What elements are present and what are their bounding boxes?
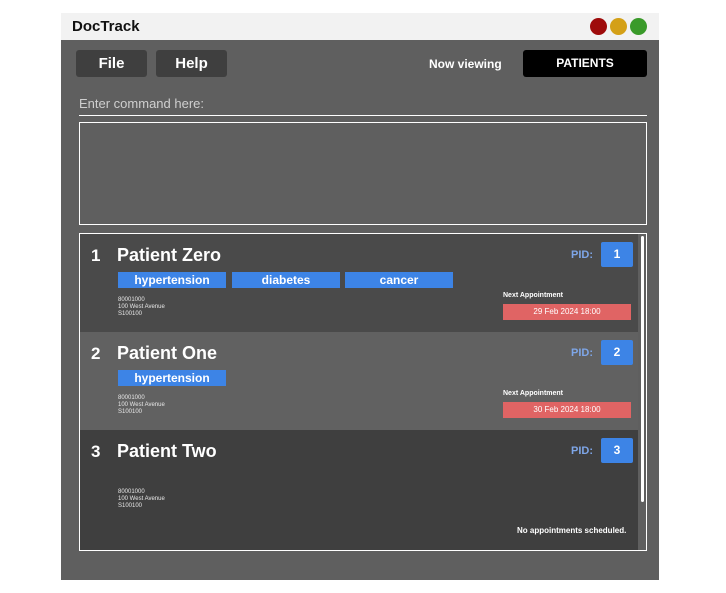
pid-label: PID: [571,445,593,457]
patient-address: 100 West Avenue [118,304,165,310]
patient-phone: 80001000 [118,297,145,303]
condition-tag: hypertension [118,370,226,386]
maximize-window-button[interactable] [630,18,647,35]
list-scrollbar[interactable] [641,236,644,502]
patient-postal: S100100 [118,409,143,415]
patient-name: Patient Zero [117,245,222,265]
patient-details: 80001000 100 West Avenue S100100 [118,395,165,416]
condition-tag: cancer [345,272,453,288]
patient-card[interactable]: 1 Patient Zero PID: 1 hypertension diabe… [80,234,638,332]
next-appointment-label: Next Appointment [503,390,564,397]
patient-index: 2 [91,344,101,363]
patient-postal: S100100 [118,503,143,509]
help-menu-button[interactable]: Help [156,50,227,77]
pid-label: PID: [571,347,593,359]
condition-tag: diabetes [232,272,340,288]
patient-phone: 80001000 [118,489,145,495]
title-bar: DocTrack [61,13,659,40]
patient-phone: 80001000 [118,395,145,401]
no-appointment-text: No appointments scheduled. [517,526,627,535]
patient-details: 80001000 100 West Avenue S100100 [118,489,165,510]
close-window-button[interactable] [590,18,607,35]
patient-address: 100 West Avenue [118,496,165,502]
pid-badge: 3 [601,438,633,463]
minimize-window-button[interactable] [610,18,627,35]
patient-card[interactable]: 2 Patient One PID: 2 hypertension 800010… [80,332,638,430]
patients-view-button[interactable]: PATIENTS [523,50,647,77]
now-viewing-label: Now viewing [429,57,502,71]
patient-index: 3 [91,442,101,461]
patient-name: Patient One [117,343,218,363]
result-display [79,122,647,225]
app-title: DocTrack [72,18,140,35]
patient-address: 100 West Avenue [118,402,165,408]
app-window: DocTrack File Help Now viewing PATIENTS … [61,13,659,580]
file-menu-button[interactable]: File [76,50,147,77]
patient-card[interactable]: 3 Patient Two PID: 3 80001000 100 West A… [80,430,638,550]
pid-badge: 1 [601,242,633,267]
next-appointment-label: Next Appointment [503,292,564,299]
patient-postal: S100100 [118,311,143,317]
condition-tag: hypertension [118,272,226,288]
pid-label: PID: [571,249,593,261]
next-appointment-badge: 29 Feb 2024 18:00 [503,304,631,320]
pid-badge: 2 [601,340,633,365]
patient-details: 80001000 100 West Avenue S100100 [118,297,165,318]
patient-index: 1 [91,246,101,265]
command-input[interactable] [79,92,647,116]
next-appointment-badge: 30 Feb 2024 18:00 [503,402,631,418]
patient-name: Patient Two [117,441,217,461]
patient-list[interactable]: 1 Patient Zero PID: 1 hypertension diabe… [79,233,647,551]
